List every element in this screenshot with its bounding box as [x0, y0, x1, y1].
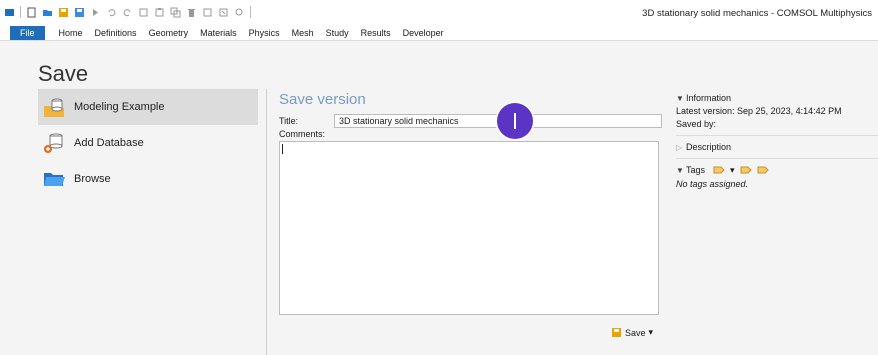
- section-divider: [676, 158, 878, 159]
- collapsed-arrow-icon: ▷: [676, 142, 683, 152]
- details-panel: ▼ Information Latest version: Sep 25, 20…: [676, 91, 878, 189]
- undo-icon[interactable]: [106, 7, 117, 18]
- text-cursor: [282, 144, 283, 154]
- build-icon[interactable]: [202, 7, 213, 18]
- saved-by-row: Saved by:: [676, 118, 878, 131]
- tags-section-header[interactable]: ▼ Tags ▾: [676, 163, 878, 177]
- menu-study[interactable]: Study: [320, 26, 355, 40]
- add-tag-icon[interactable]: [713, 165, 725, 175]
- menu-definitions[interactable]: Definitions: [89, 26, 143, 40]
- save-version-panel: Save version Title: 3D stationary solid …: [279, 91, 663, 338]
- app-icon: [5, 8, 14, 16]
- section-divider: [676, 135, 878, 136]
- menu-geometry[interactable]: Geometry: [143, 26, 195, 40]
- paste-icon[interactable]: [154, 7, 165, 18]
- expanded-arrow-icon: ▼: [676, 93, 684, 103]
- description-heading: Description: [686, 142, 732, 152]
- information-heading: Information: [686, 93, 732, 103]
- menu-results[interactable]: Results: [355, 26, 397, 40]
- folder-database-icon: [42, 95, 66, 119]
- menu-mesh[interactable]: Mesh: [286, 26, 320, 40]
- play-icon[interactable]: [90, 7, 101, 18]
- latest-version-row: Latest version: Sep 25, 2023, 4:14:42 PM: [676, 105, 878, 118]
- window-title: 3D stationary solid mechanics - COMSOL M…: [642, 8, 872, 19]
- compute-icon[interactable]: [218, 7, 229, 18]
- save-location-list: Modeling Example Add Database Browse: [38, 89, 258, 197]
- nav-item-label: Browse: [74, 173, 111, 185]
- nav-item-add-database[interactable]: Add Database: [38, 125, 258, 161]
- menu-bar: File Home Definitions Geometry Materials…: [0, 26, 878, 40]
- latest-version-label: Latest version:: [676, 106, 735, 116]
- nav-item-browse[interactable]: Browse: [38, 161, 258, 197]
- menu-file[interactable]: File: [10, 26, 45, 40]
- save-button[interactable]: Save ▾: [611, 327, 653, 338]
- save-page: Save Modeling Example Add Database Brows…: [0, 40, 878, 355]
- menu-home[interactable]: Home: [53, 26, 89, 40]
- redo-icon[interactable]: [122, 7, 133, 18]
- toolbar-divider: [20, 6, 21, 18]
- save-button-label: Save: [625, 327, 646, 338]
- menu-physics[interactable]: Physics: [243, 26, 286, 40]
- description-section-header[interactable]: ▷ Description: [676, 140, 878, 154]
- no-tags-text: No tags assigned.: [676, 179, 749, 189]
- menu-developer[interactable]: Developer: [397, 26, 450, 40]
- save-version-heading: Save version: [279, 91, 366, 108]
- new-file-icon[interactable]: [26, 7, 37, 18]
- duplicate-icon[interactable]: [170, 7, 181, 18]
- comments-textarea[interactable]: [279, 141, 659, 315]
- cursor-marker-bar: [514, 113, 516, 129]
- edit-tag-icon[interactable]: [740, 165, 752, 175]
- title-bar: 3D stationary solid mechanics - COMSOL M…: [0, 0, 878, 26]
- nav-item-label: Modeling Example: [74, 101, 165, 113]
- expanded-arrow-icon: ▼: [676, 165, 684, 175]
- delete-icon[interactable]: [186, 7, 197, 18]
- chevron-down-icon[interactable]: ▾: [730, 165, 735, 176]
- menu-materials[interactable]: Materials: [194, 26, 243, 40]
- pane-divider: [266, 89, 267, 355]
- chevron-down-icon: ▾: [648, 327, 654, 337]
- cursor-marker: [497, 103, 533, 139]
- open-folder-icon[interactable]: [42, 7, 53, 18]
- page-title: Save: [38, 61, 89, 86]
- saved-by-label: Saved by:: [676, 119, 717, 129]
- save-icon: [612, 328, 621, 337]
- save-icon[interactable]: [58, 7, 69, 18]
- comments-label: Comments:: [279, 129, 326, 139]
- add-database-icon: [42, 131, 66, 155]
- latest-version-value: Sep 25, 2023, 4:14:42 PM: [737, 106, 842, 116]
- folder-open-icon: [42, 167, 66, 191]
- tag-tools: ▾: [713, 165, 769, 176]
- title-row: Title: 3D stationary solid mechanics: [279, 114, 663, 128]
- nav-item-modeling-example[interactable]: Modeling Example: [38, 89, 258, 125]
- save-as-icon[interactable]: [74, 7, 85, 18]
- information-section-header[interactable]: ▼ Information: [676, 91, 878, 105]
- tags-heading: Tags: [686, 165, 706, 175]
- zoom-icon[interactable]: [234, 7, 245, 18]
- copy-icon[interactable]: [138, 7, 149, 18]
- quick-access-toolbar: [4, 6, 251, 18]
- nav-item-label: Add Database: [74, 137, 144, 149]
- title-label: Title:: [279, 116, 299, 126]
- remove-tag-icon[interactable]: [757, 165, 769, 175]
- toolbar-divider: [250, 6, 251, 18]
